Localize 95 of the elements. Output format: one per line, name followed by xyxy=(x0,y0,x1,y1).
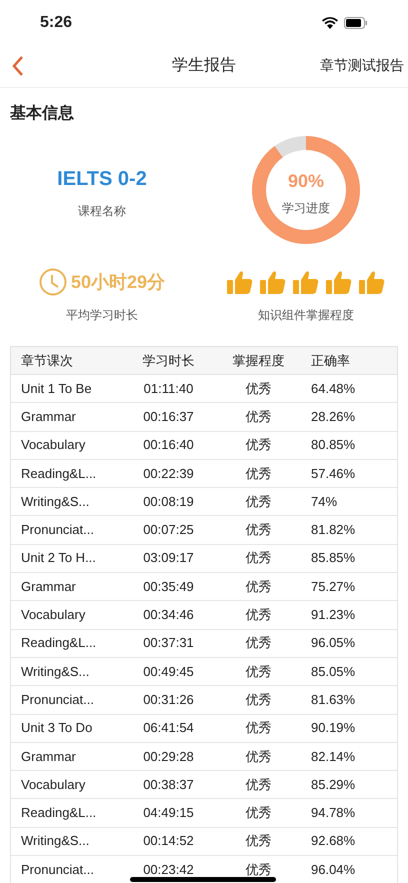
table-cell: 57.46% xyxy=(311,466,356,481)
table-cell: 74% xyxy=(311,494,338,509)
table-cell: 04:49:15 xyxy=(143,805,194,820)
section-title: 基本信息 xyxy=(9,104,75,124)
table-cell: Pronunciat... xyxy=(21,522,94,538)
table-cell: 优秀 xyxy=(246,466,272,481)
table-cell: 82.14% xyxy=(311,748,356,764)
table-cell: 85.29% xyxy=(311,776,356,792)
table-cell: Pronunciat... xyxy=(21,862,94,877)
course-name-label: 课程名称 xyxy=(78,203,126,220)
table-cell: 优秀 xyxy=(246,862,272,877)
table-cell: 优秀 xyxy=(246,833,272,848)
table-cell: 优秀 xyxy=(246,550,272,566)
table-cell: 优秀 xyxy=(246,748,272,764)
table-cell: 00:22:39 xyxy=(143,466,194,481)
table-cell: 81.63% xyxy=(311,692,356,707)
table-cell: 优秀 xyxy=(246,776,272,792)
page-title: 学生报告 xyxy=(172,56,236,76)
thumbs-up-icon xyxy=(326,270,352,294)
average-study-time: 50小时29分 xyxy=(70,270,166,294)
table-cell: 优秀 xyxy=(246,578,272,594)
table-cell: Unit 2 To H... xyxy=(21,550,96,566)
table-cell: 00:08:19 xyxy=(143,494,194,509)
table-cell: 优秀 xyxy=(246,635,272,650)
average-study-time-label: 平均学习时长 xyxy=(66,307,138,324)
wifi-icon xyxy=(322,17,338,29)
table-cell: 00:29:28 xyxy=(143,748,194,764)
table-cell: 90.19% xyxy=(311,720,356,736)
table-cell: 00:49:45 xyxy=(143,664,194,679)
table-cell: 64.48% xyxy=(311,380,356,396)
progress-label: 学习进度 xyxy=(282,200,330,216)
table-cell: Pronunciat... xyxy=(21,692,94,707)
table-cell: 00:34:46 xyxy=(143,607,194,622)
table-cell: 00:37:31 xyxy=(143,635,194,650)
table-cell: 06:41:54 xyxy=(143,720,194,736)
thumbs-up-icon xyxy=(260,270,286,294)
thumbs-up-icon xyxy=(359,270,385,294)
thumbs-up-icon xyxy=(227,270,253,294)
table-cell: 优秀 xyxy=(246,805,272,820)
table-cell: 优秀 xyxy=(246,720,272,736)
table-cell: 优秀 xyxy=(246,408,272,424)
table-cell: Reading&L... xyxy=(21,635,96,650)
table-cell: 92.68% xyxy=(311,833,356,848)
table-cell: 94.78% xyxy=(311,805,356,820)
table-cell: Grammar xyxy=(21,578,76,594)
table-cell: 01:11:40 xyxy=(144,380,194,396)
table-cell: 85.05% xyxy=(311,664,356,679)
table-cell: Reading&L... xyxy=(21,466,96,481)
table-cell: Writing&S... xyxy=(21,664,90,679)
table-cell: Grammar xyxy=(21,408,76,424)
table-cell: 优秀 xyxy=(246,380,272,396)
table-cell: 00:23:42 xyxy=(143,862,194,877)
table-cell: 优秀 xyxy=(246,607,272,622)
table-cell: Grammar xyxy=(21,748,76,764)
column-header: 学习时长 xyxy=(142,352,194,368)
table-cell: 00:16:40 xyxy=(143,437,194,452)
table-cell: Writing&S... xyxy=(21,494,90,509)
thumbs-up-icon xyxy=(293,270,319,294)
clock-icon xyxy=(38,268,67,296)
table-cell: Writing&S... xyxy=(21,833,90,848)
table-cell: Reading&L... xyxy=(21,805,96,820)
mastery-label: 知识组件掌握程度 xyxy=(258,307,354,324)
table-cell: 优秀 xyxy=(246,664,272,679)
course-name: IELTS 0-2 xyxy=(57,167,147,192)
table-cell: 96.05% xyxy=(311,635,356,650)
table-cell: Vocabulary xyxy=(21,607,86,622)
table-cell: 96.04% xyxy=(311,862,356,877)
table-cell: 优秀 xyxy=(246,437,272,452)
chapter-test-report-link[interactable]: 章节测试报告 xyxy=(320,55,404,76)
table-cell: 28.26% xyxy=(311,408,356,424)
progress-value: 90% xyxy=(288,170,324,192)
column-header: 掌握程度 xyxy=(232,352,284,368)
table-cell: 00:14:52 xyxy=(143,833,194,848)
table-cell: 00:35:49 xyxy=(143,578,194,594)
table-cell: 85.85% xyxy=(311,550,356,566)
table-cell: Unit 3 To Do xyxy=(21,720,92,736)
table-cell: 03:09:17 xyxy=(143,550,194,566)
table-cell: 80.85% xyxy=(311,437,356,452)
table-cell: 优秀 xyxy=(246,692,272,707)
status-time: 5:26 xyxy=(40,13,72,33)
table-cell: 00:31:26 xyxy=(143,692,194,707)
table-cell: 优秀 xyxy=(246,494,272,509)
table-cell: 81.82% xyxy=(311,522,356,538)
table-cell: 00:38:37 xyxy=(143,776,194,792)
table-cell: Vocabulary xyxy=(21,437,86,452)
table-cell: 75.27% xyxy=(311,578,356,594)
table-cell: 91.23% xyxy=(311,607,356,622)
battery-icon xyxy=(344,17,368,29)
column-header: 正确率 xyxy=(311,352,350,368)
table-cell: Unit 1 To Be xyxy=(21,380,92,396)
table-cell: 00:07:25 xyxy=(143,522,194,538)
column-header: 章节课次 xyxy=(21,352,73,368)
table-cell: Vocabulary xyxy=(21,776,86,792)
table-cell: 优秀 xyxy=(246,522,272,538)
table-cell: 00:16:37 xyxy=(143,408,194,424)
